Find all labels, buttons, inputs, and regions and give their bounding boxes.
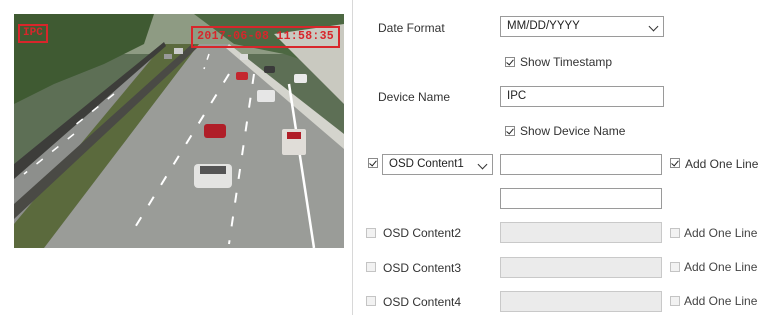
osd-content4-checkbox[interactable] (366, 296, 376, 306)
osd-content1-add-line-checkbox[interactable] (670, 158, 680, 168)
osd-content2-checkbox[interactable] (366, 228, 376, 238)
osd-content3-label: OSD Content3 (383, 261, 462, 275)
date-format-select[interactable]: MM/DD/YYYY (500, 16, 664, 37)
osd-content1-checkbox[interactable] (368, 158, 378, 168)
highway-scene (14, 14, 344, 248)
osd-content4-add-line-checkbox[interactable] (670, 296, 680, 306)
video-preview: IPC 2017-06-08 11:58:35 (14, 14, 344, 248)
osd-content2-label: OSD Content2 (383, 226, 462, 240)
date-format-value: MM/DD/YYYY (507, 20, 580, 32)
osd-content4-input[interactable] (500, 291, 662, 312)
show-device-name-checkbox[interactable] (505, 126, 515, 136)
osd-content2-add-line-label: Add One Line (684, 226, 758, 240)
show-device-name-label: Show Device Name (520, 124, 626, 138)
chevron-down-icon (477, 159, 488, 170)
osd-content1-select-value: OSD Content1 (389, 158, 464, 170)
osd-content4-label: OSD Content4 (383, 295, 462, 309)
osd-device-name-overlay: IPC (18, 24, 48, 43)
osd-content4-add-line-label: Add One Line (684, 294, 758, 308)
osd-content1-select[interactable]: OSD Content1 (382, 154, 493, 175)
osd-content1-add-line-label: Add One Line (685, 157, 759, 171)
device-name-input[interactable]: IPC (500, 86, 664, 107)
device-name-label: Device Name (378, 90, 451, 104)
osd-content1-line2-input[interactable] (500, 188, 662, 209)
osd-content1-input[interactable] (500, 154, 662, 175)
osd-content3-add-line-label: Add One Line (684, 260, 758, 274)
osd-content2-add-line-checkbox[interactable] (670, 228, 680, 238)
chevron-down-icon (648, 21, 659, 32)
osd-content2-input[interactable] (500, 222, 662, 243)
osd-content3-add-line-checkbox[interactable] (670, 262, 680, 272)
show-timestamp-label: Show Timestamp (520, 55, 613, 69)
date-format-label: Date Format (378, 21, 445, 35)
show-timestamp-checkbox[interactable] (505, 57, 515, 67)
osd-timestamp-overlay: 2017-06-08 11:58:35 (191, 26, 340, 48)
panel-divider (352, 0, 353, 315)
osd-content3-checkbox[interactable] (366, 262, 376, 272)
osd-content3-input[interactable] (500, 257, 662, 278)
